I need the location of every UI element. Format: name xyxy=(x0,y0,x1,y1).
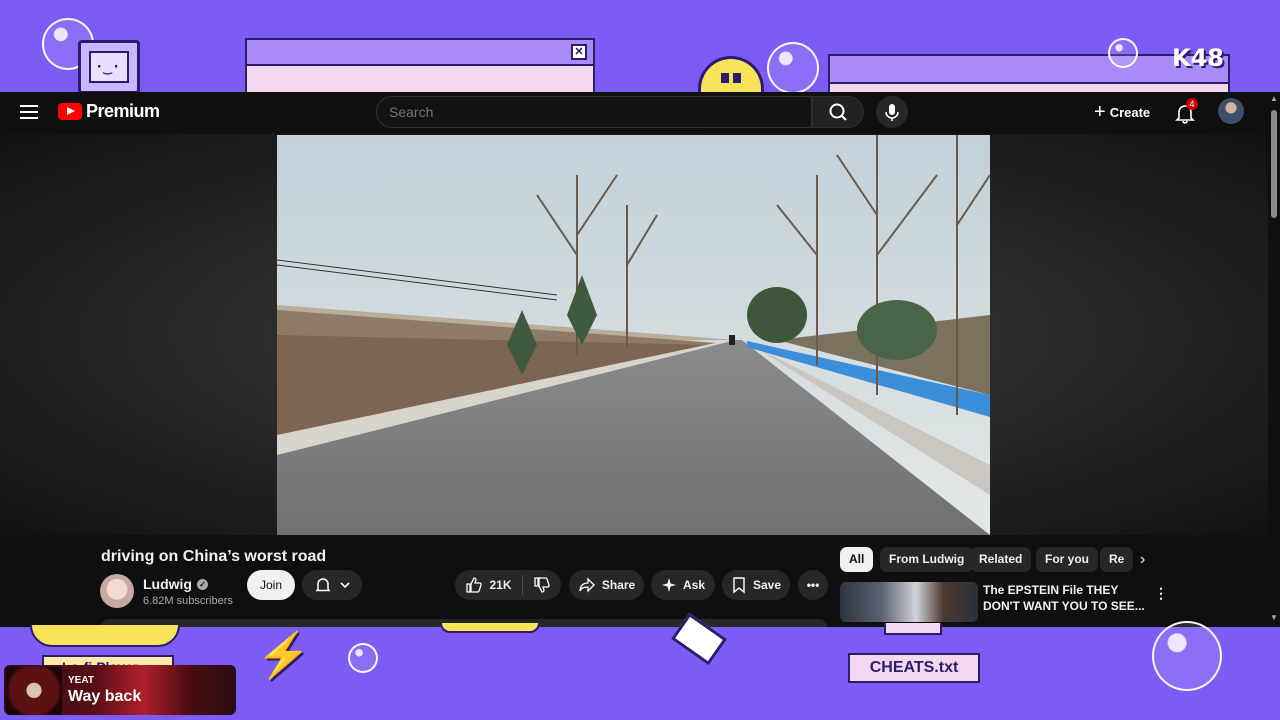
decoration-shape xyxy=(884,623,942,635)
more-vertical-icon[interactable]: ⋮ xyxy=(1154,585,1168,602)
now-playing-artist: YEAT xyxy=(68,675,94,686)
share-button[interactable]: Share xyxy=(569,570,644,600)
notification-badge: 4 xyxy=(1186,98,1198,110)
video-player[interactable] xyxy=(277,135,990,535)
search-input[interactable] xyxy=(376,96,812,128)
logo-label: Premium xyxy=(86,101,160,121)
k48-logo: K48 xyxy=(1172,44,1224,72)
youtube-play-icon xyxy=(58,103,82,120)
related-chips: All From Ludwig Related For you Re xyxy=(840,547,1160,573)
scroll-down-icon[interactable]: ▼ xyxy=(1270,613,1278,622)
subscribed-bell-button[interactable] xyxy=(302,570,362,600)
ask-label: Ask xyxy=(682,578,705,592)
more-actions-button[interactable]: ••• xyxy=(798,570,828,600)
menu-icon[interactable] xyxy=(18,102,40,124)
bell-icon xyxy=(315,578,331,592)
share-label: Share xyxy=(601,578,636,592)
bookmark-icon xyxy=(733,577,745,594)
join-button[interactable]: Join xyxy=(247,570,295,600)
bubble-decoration xyxy=(1108,38,1138,68)
chevron-down-icon xyxy=(340,582,350,589)
lightning-icon: ⚡ xyxy=(256,631,311,680)
bubble-decoration xyxy=(1152,621,1222,691)
chip-related[interactable]: Related xyxy=(970,547,1032,572)
channel-name-label: Ludwig xyxy=(143,576,192,592)
like-count[interactable]: 21K xyxy=(489,578,511,592)
dislike-icon[interactable] xyxy=(533,576,551,594)
decoration-shape xyxy=(30,625,180,647)
like-icon[interactable] xyxy=(465,576,483,594)
channel-name[interactable]: Ludwig ✓ xyxy=(143,576,208,592)
smiley-mascot xyxy=(698,56,764,96)
microphone-icon xyxy=(885,104,899,121)
masthead: Premium + Create 4 xyxy=(0,92,1280,134)
more-horizontal-icon: ••• xyxy=(806,578,820,592)
stream-overlay-bottom: Lo-fi Player ⚡ CHEATS.txt YEAT Way back xyxy=(0,612,1280,720)
recommendation-thumbnail[interactable] xyxy=(840,582,978,622)
video-frame xyxy=(277,135,990,535)
like-dislike-group: 21K xyxy=(455,570,561,600)
save-button[interactable]: Save xyxy=(722,570,790,600)
youtube-logo[interactable]: Premium xyxy=(58,101,160,122)
now-playing-widget: YEAT Way back xyxy=(4,665,236,715)
scroll-thumb[interactable] xyxy=(1271,110,1277,218)
chip-from-ludwig[interactable]: From Ludwig xyxy=(880,547,974,572)
chevron-right-icon[interactable]: › xyxy=(1140,551,1145,569)
search-button[interactable] xyxy=(812,96,864,128)
youtube-window: Premium + Create 4 xyxy=(0,92,1280,627)
close-icon: ✕ xyxy=(571,44,587,60)
sparkle-icon xyxy=(661,578,676,592)
channel-avatar[interactable] xyxy=(100,574,134,608)
deco-window: ✕ xyxy=(245,38,595,98)
plus-icon: + xyxy=(1094,101,1106,123)
tv-mascot: ·‿· xyxy=(78,40,140,94)
create-button[interactable]: + Create xyxy=(1086,98,1158,126)
create-label: Create xyxy=(1109,104,1151,120)
now-playing-title: Way back xyxy=(68,688,142,705)
decoration-shape xyxy=(440,623,540,633)
ask-button[interactable]: Ask xyxy=(651,570,715,600)
share-icon xyxy=(579,577,595,593)
bubble-decoration xyxy=(767,42,819,94)
search-icon xyxy=(829,103,847,121)
cheats-file-label: CHEATS.txt xyxy=(848,653,980,683)
chip-all[interactable]: All xyxy=(840,547,874,572)
subscriber-count: 6.82M subscribers xyxy=(143,595,233,607)
deco-window xyxy=(828,54,1230,94)
album-art xyxy=(6,667,62,715)
video-title: driving on China’s worst road xyxy=(101,548,327,565)
notifications-button[interactable]: 4 xyxy=(1172,98,1198,126)
voice-search-button[interactable] xyxy=(876,96,908,128)
chip-recent[interactable]: Re xyxy=(1100,547,1134,572)
watch-metadata: driving on China’s worst road Ludwig ✓ 6… xyxy=(0,535,1268,627)
bubble-decoration xyxy=(348,643,378,673)
chip-for-you[interactable]: For you xyxy=(1036,547,1098,572)
scroll-up-icon[interactable]: ▲ xyxy=(1270,94,1278,103)
account-avatar[interactable] xyxy=(1218,98,1244,124)
verified-icon: ✓ xyxy=(197,578,208,590)
save-label: Save xyxy=(752,578,782,592)
recommendation-title[interactable]: The EPSTEIN File THEY DON'T WANT YOU TO … xyxy=(983,582,1148,614)
page-scrollbar[interactable]: ▲ ▼ xyxy=(1268,92,1280,627)
